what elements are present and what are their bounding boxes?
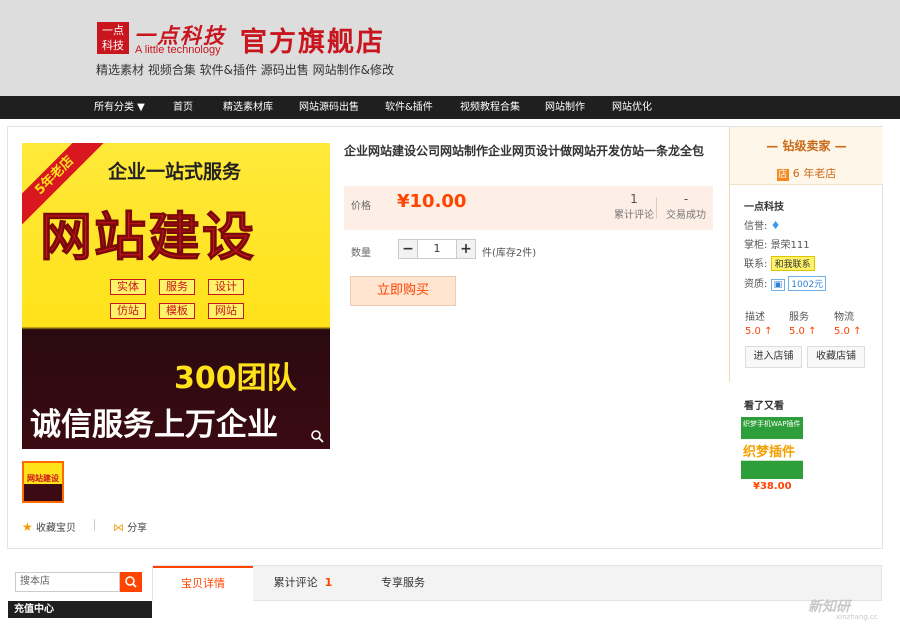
- nav-software[interactable]: 软件&插件: [385, 96, 433, 119]
- store-header: 一点 科技 一点科技 A little technology 官方旗舰店 精选素…: [0, 0, 900, 96]
- zoom-icon[interactable]: [310, 429, 324, 443]
- also-viewed-title: 看了又看: [744, 401, 784, 412]
- quantity-label: 数量: [351, 248, 371, 259]
- image-tag: 网站: [208, 303, 244, 319]
- logo-line2: 科技: [102, 39, 124, 52]
- deals-stat: - 交易成功: [661, 192, 711, 221]
- search-icon: [125, 576, 137, 588]
- store-name: 官方旗舰店: [240, 27, 385, 58]
- deals-label: 交易成功: [666, 210, 706, 221]
- price-value: ¥10.00: [397, 191, 467, 212]
- divider: [656, 197, 657, 219]
- share-link[interactable]: ⋈ 分享: [113, 519, 147, 534]
- tab-exclusive-service[interactable]: 专享服务: [353, 566, 453, 600]
- nav-seo[interactable]: 网站优化: [612, 96, 652, 119]
- deposit-badge[interactable]: 1002元: [788, 276, 827, 291]
- favorite-item-label: 收藏宝贝: [35, 523, 76, 534]
- product-title: 企业网站建设公司网站制作企业网页设计做网站开发仿站一条龙全包: [344, 144, 705, 158]
- score-logistics: 物流 5.0 ↑: [834, 312, 862, 337]
- nav-web-building[interactable]: 网站制作: [545, 96, 585, 119]
- reviews-stat[interactable]: 1 累计评论: [609, 192, 659, 221]
- quantity-increase-button[interactable]: +: [456, 239, 476, 259]
- seller-card-header: — 钻级卖家 — 店6 年老店: [730, 127, 883, 185]
- seller-level: — 钻级卖家 —: [766, 139, 847, 153]
- stock-text: 件(库存2件): [482, 248, 537, 259]
- nav-all-categories[interactable]: 所有分类 ▼: [94, 96, 145, 119]
- image-tag: 实体: [110, 279, 146, 295]
- image-tag: 服务: [159, 279, 195, 295]
- quantity-input[interactable]: 1: [418, 239, 456, 259]
- also-viewed-image-text: 织梦插件: [743, 445, 796, 460]
- tab-item-details[interactable]: 宝贝详情: [153, 566, 253, 602]
- image-tag: 模板: [159, 303, 195, 319]
- seller-contact: 联系: 和我联系: [744, 255, 815, 271]
- shop-search-input[interactable]: 搜本店: [15, 572, 120, 592]
- price-box: 价格 ¥10.00 1 累计评论 - 交易成功: [344, 186, 713, 230]
- favorite-shop-button[interactable]: 收藏店铺: [807, 346, 865, 368]
- image-big-text: 网站建设: [39, 208, 257, 269]
- search-button[interactable]: [120, 572, 142, 592]
- nav-materials[interactable]: 精选素材库: [223, 96, 273, 119]
- star-icon: ★: [22, 520, 33, 534]
- logo-english-text: A little technology: [135, 44, 221, 56]
- nav-source-code[interactable]: 网站源码出售: [299, 96, 359, 119]
- nav-home[interactable]: 首页: [173, 96, 193, 119]
- seller-certification: 资质: ▣ 1002元: [744, 275, 827, 291]
- image-tag: 设计: [208, 279, 244, 295]
- favorite-item-link[interactable]: ★ 收藏宝贝: [22, 519, 76, 534]
- deals-count: -: [683, 192, 689, 206]
- store-logo[interactable]: 一点 科技: [97, 22, 129, 54]
- thumbnail-text: 网站建设: [27, 474, 59, 483]
- detail-tabs: 宝贝详情 累计评论 1 专享服务: [152, 565, 882, 602]
- share-label: 分享: [127, 523, 148, 534]
- also-viewed-item-image[interactable]: 织梦手机WAP插件 数据同步 自动建站 织梦插件: [741, 417, 861, 479]
- diamond-icon: ♦: [770, 219, 781, 232]
- store-tagline: 精选素材 视频合集 软件&插件 源码出售 网站制作&修改: [96, 63, 394, 77]
- seller-name[interactable]: 一点科技: [744, 198, 784, 213]
- quantity-decrease-button[interactable]: −: [398, 239, 418, 259]
- charge-center-heading: 充值中心: [8, 601, 152, 618]
- image-slogan: 诚信服务上万企业: [30, 407, 278, 443]
- cert-label: 资质:: [744, 279, 768, 290]
- contact-label: 联系:: [744, 259, 768, 270]
- seller-reputation: 信誉: ♦: [744, 217, 780, 232]
- contact-seller-button[interactable]: 和我联系: [770, 256, 815, 271]
- image-tag: 仿站: [110, 303, 146, 319]
- score-service: 服务 5.0 ↑: [789, 312, 817, 337]
- keeper-label: 掌柜:: [744, 240, 768, 251]
- product-thumbnail[interactable]: 网站建设: [22, 461, 64, 503]
- id-card-icon[interactable]: ▣: [770, 279, 786, 291]
- logo-line1: 一点: [102, 24, 124, 37]
- also-viewed-caption: 织梦手机WAP插件 数据同步 自动建站: [743, 420, 861, 428]
- reviews-label: 累计评论: [614, 210, 654, 221]
- divider: [94, 519, 95, 531]
- price-label: 价格: [351, 201, 371, 212]
- nav-video-tutorials[interactable]: 视频教程合集: [460, 96, 520, 119]
- store-nav: 所有分类 ▼ 首页 精选素材库 网站源码出售 软件&插件 视频教程合集 网站制作…: [0, 96, 900, 119]
- seller-keeper: 掌柜: 景荣111: [744, 236, 810, 251]
- score-description: 描述 5.0 ↑: [745, 312, 773, 337]
- enter-shop-button[interactable]: 进入店铺: [745, 346, 802, 368]
- shop-badge-icon: 店: [776, 169, 789, 181]
- reviews-count: 1: [630, 192, 638, 206]
- product-main-image[interactable]: 5年老店 企业一站式服务 网站建设 实体 服务 设计 仿站 模板 网站 300团…: [22, 143, 330, 449]
- also-viewed-price[interactable]: ¥38.00: [753, 481, 792, 492]
- buy-now-button[interactable]: 立即购买: [350, 276, 456, 306]
- reputation-label: 信誉:: [744, 221, 768, 232]
- image-team-text: 300团队: [174, 361, 297, 396]
- keeper-name: 景荣111: [770, 240, 810, 251]
- share-icon: ⋈: [113, 521, 124, 534]
- tab-reviews[interactable]: 累计评论 1: [253, 566, 353, 600]
- watermark-sub: xinzhang.cc: [836, 613, 878, 621]
- image-headline: 企业一站式服务: [108, 161, 242, 183]
- seller-years: 店6 年老店: [776, 167, 837, 181]
